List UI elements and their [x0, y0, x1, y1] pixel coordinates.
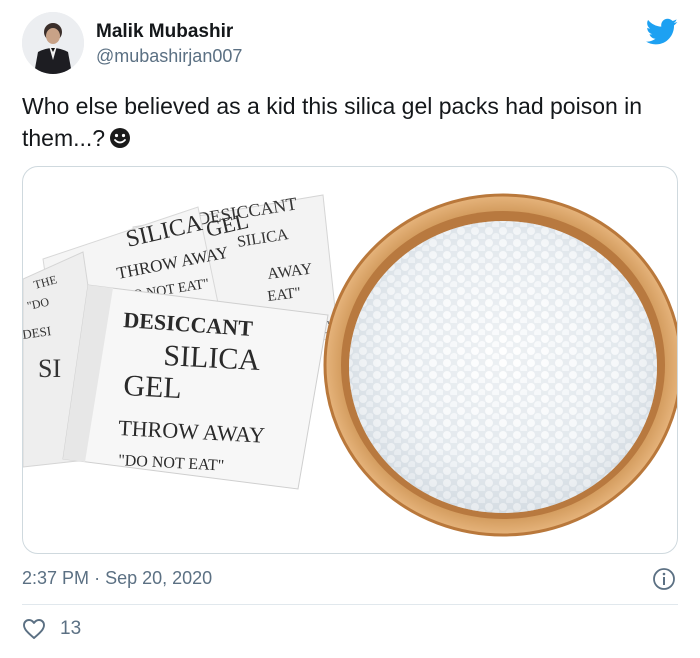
- tweet-text: Who else believed as a kid this silica g…: [22, 90, 678, 154]
- timestamp-separator: ·: [94, 568, 101, 588]
- silica-gel-photo[interactable]: DESICCANT SILICA AWAY EAT" CANT LIC SILI…: [23, 167, 678, 554]
- like-action[interactable]: 13: [22, 618, 81, 640]
- author-name[interactable]: Malik Mubashir: [96, 20, 242, 44]
- wooden-bowl: [323, 193, 677, 537]
- tweet-timestamp[interactable]: 2:37 PM · Sep 20, 2020: [22, 566, 212, 590]
- tweet-time: 2:37 PM: [22, 568, 90, 588]
- svg-text:GEL: GEL: [123, 369, 183, 405]
- tweet-card: Malik Mubashir @mubashirjan007 Who else …: [0, 0, 700, 658]
- author-block: Malik Mubashir @mubashirjan007: [96, 20, 242, 68]
- tweet-media[interactable]: DESICCANT SILICA AWAY EAT" CANT LIC SILI…: [22, 166, 678, 554]
- heart-icon[interactable]: [22, 618, 46, 640]
- author-handle[interactable]: @mubashirjan007: [96, 44, 242, 68]
- divider: [22, 604, 678, 605]
- tweet-date: Sep 20, 2020: [105, 568, 213, 588]
- svg-text:SI: SI: [38, 354, 61, 383]
- avatar[interactable]: [22, 12, 84, 74]
- twitter-bird-icon[interactable]: [646, 18, 678, 46]
- smiley-face-icon: [110, 128, 131, 148]
- packet-front: DESICCANT SILICA GEL THROW AWAY "DO NOT …: [62, 284, 329, 490]
- like-count: 13: [60, 618, 82, 639]
- avatar-image: [22, 12, 84, 74]
- info-icon[interactable]: [652, 567, 676, 591]
